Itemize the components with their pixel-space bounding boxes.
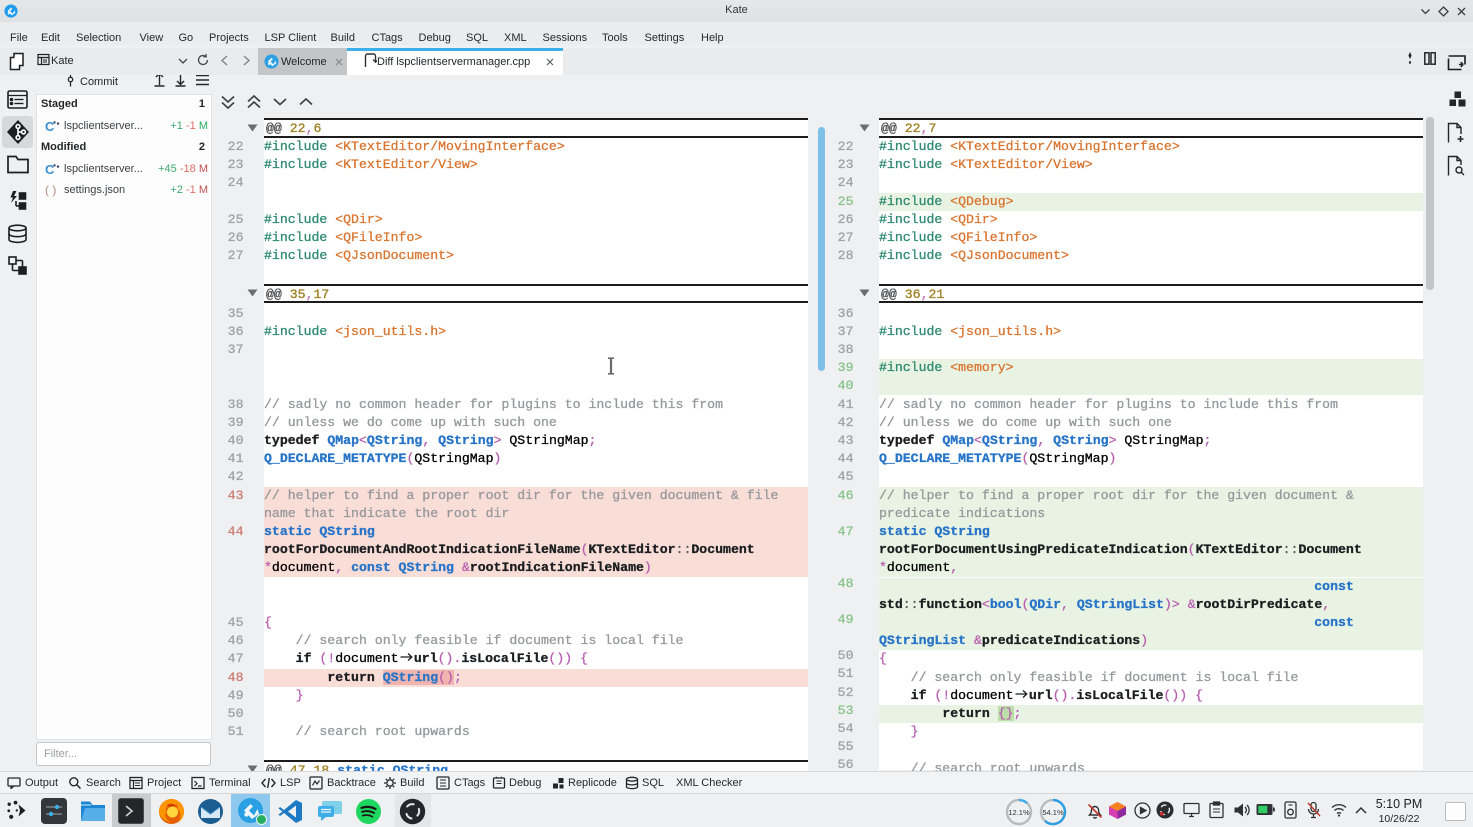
svg-text:C: C: [45, 119, 55, 134]
svg-text:12.1%: 12.1%: [1008, 808, 1030, 817]
svg-text:C: C: [45, 162, 55, 177]
svg-text:54.1%: 54.1%: [1042, 808, 1064, 817]
